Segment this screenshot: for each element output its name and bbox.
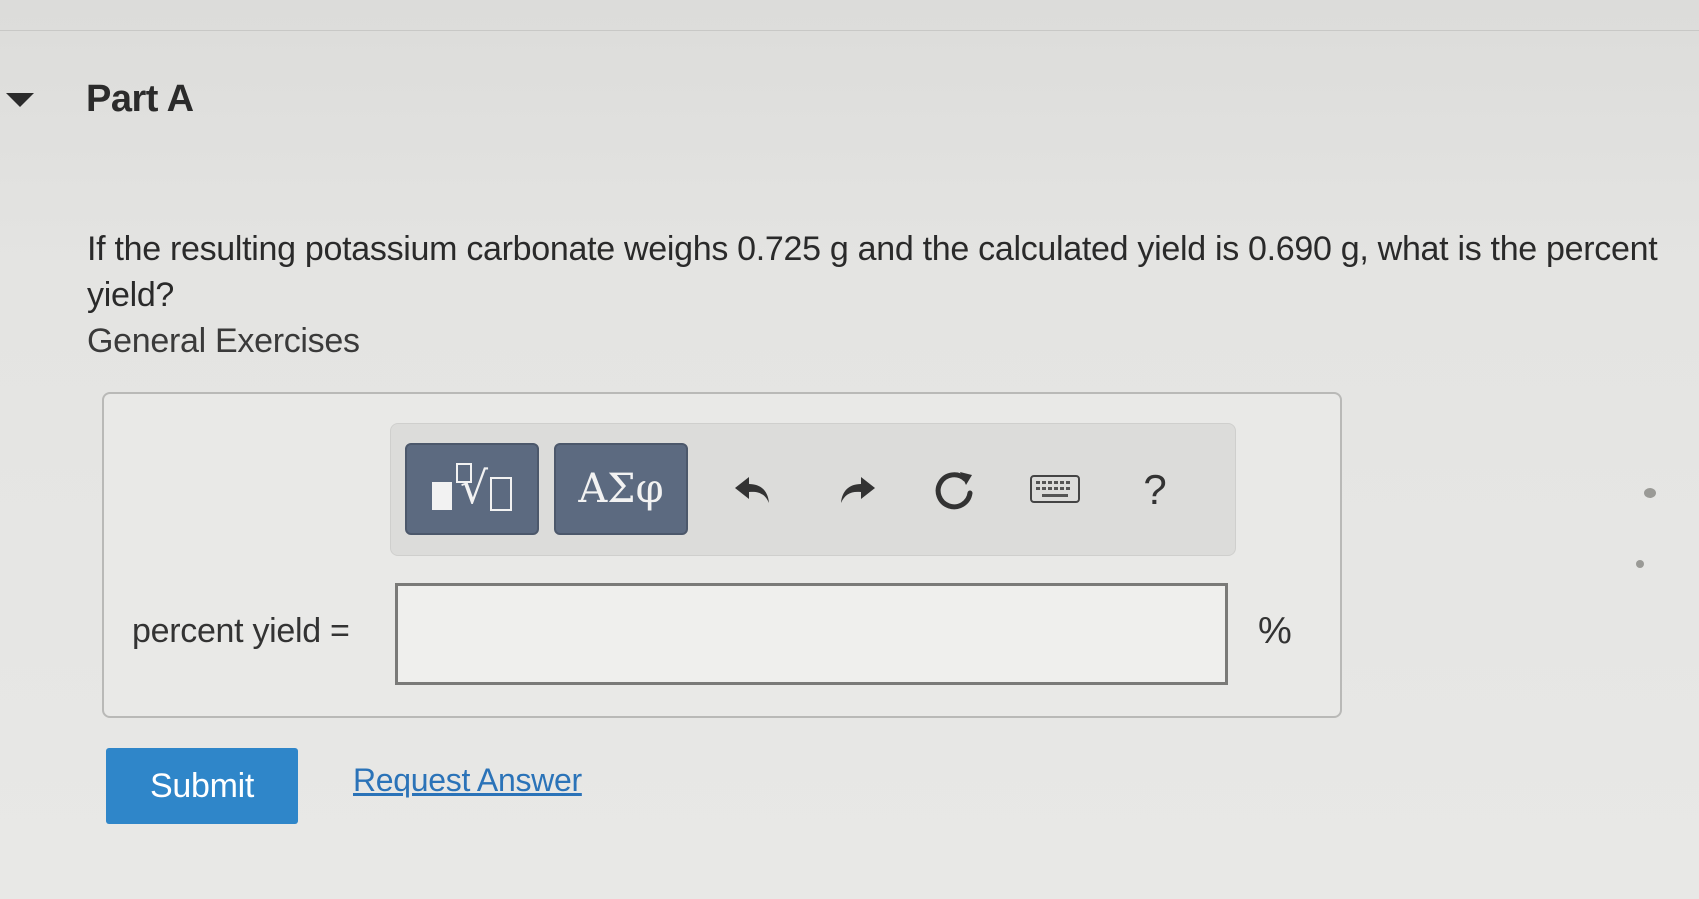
request-answer-link[interactable]: Request Answer [353,762,582,799]
top-divider [0,30,1699,31]
page: Part A If the resulting potassium carbon… [0,0,1699,899]
decorative-dot [1636,560,1644,568]
question-text: If the resulting potassium carbonate wei… [87,230,1658,314]
collapse-caret-icon[interactable] [6,93,34,107]
radical-icon: √ [455,463,488,511]
part-title: Part A [86,78,194,120]
percent-yield-input[interactable] [395,583,1228,685]
submit-button[interactable]: Submit [106,748,298,824]
question-subtitle: General Exercises [87,322,360,360]
templates-icon [431,482,452,510]
percent-yield-label: percent yield = [132,612,350,650]
help-icon[interactable]: ? [1135,465,1175,515]
undo-icon[interactable] [724,465,784,515]
placeholder-box-icon [490,477,513,511]
decorative-dot [1644,488,1656,498]
keyboard-icon[interactable] [1025,465,1085,515]
redo-icon[interactable] [826,465,886,515]
question-block: If the resulting potassium carbonate wei… [87,226,1687,364]
greek-symbols-button[interactable]: ΑΣφ [554,443,688,535]
unit-label: % [1258,610,1292,652]
reset-icon[interactable] [925,465,985,515]
templates-button[interactable]: √ [405,443,539,535]
